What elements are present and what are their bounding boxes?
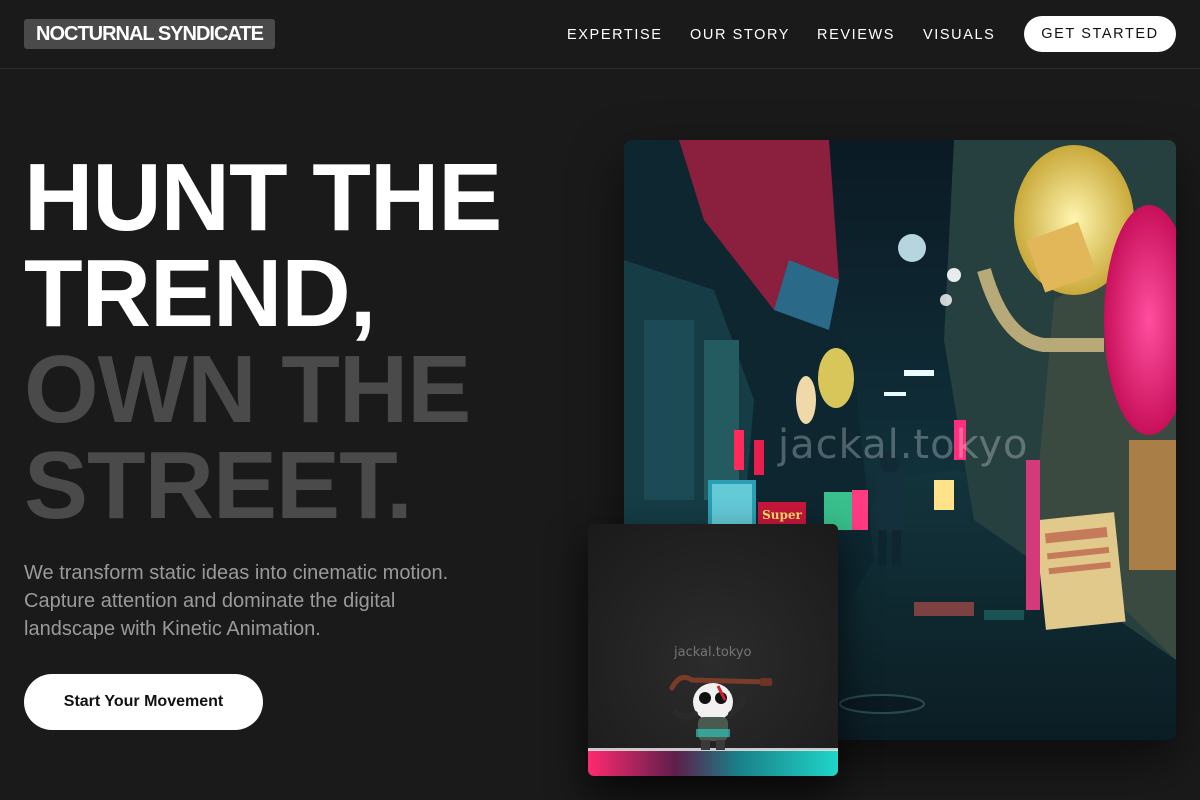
headline-line-4: STREET.	[24, 432, 413, 539]
headline-line-2: TREND,	[24, 240, 376, 347]
get-started-button[interactable]: GET STARTED	[1024, 16, 1176, 52]
small-photo-watermark: jackal.tokyo	[674, 645, 752, 660]
subtext-line: We transform static ideas into cinematic…	[24, 562, 449, 584]
main-photo-watermark: jackal.tokyo	[778, 422, 1029, 468]
start-movement-button[interactable]: Start Your Movement	[24, 674, 263, 730]
nav-link-visuals[interactable]: VISUALS	[923, 26, 995, 44]
nav-link-reviews[interactable]: REVIEWS	[817, 26, 895, 44]
headline-line-1: HUNT THE	[24, 144, 502, 251]
super-sign-text: Super	[762, 508, 802, 522]
nav-link-our-story[interactable]: OUR STORY	[690, 26, 790, 44]
site-header: NOCTURNAL SYNDICATE EXPERTISE OUR STORY …	[0, 0, 1200, 69]
subtext-line: Capture attention and dominate the digit…	[24, 590, 396, 612]
hero-subtext: We transform static ideas into cinematic…	[24, 559, 474, 643]
subtext-line: landscape with Kinetic Animation.	[24, 618, 321, 640]
headline-line-3: OWN THE	[24, 336, 471, 443]
nav-link-expertise[interactable]: EXPERTISE	[567, 26, 663, 44]
main-nav: EXPERTISE OUR STORY REVIEWS VISUALS	[0, 26, 1200, 44]
figure-photo: jackal.tokyo	[588, 524, 838, 776]
landing-page: NOCTURNAL SYNDICATE EXPERTISE OUR STORY …	[0, 0, 1200, 800]
